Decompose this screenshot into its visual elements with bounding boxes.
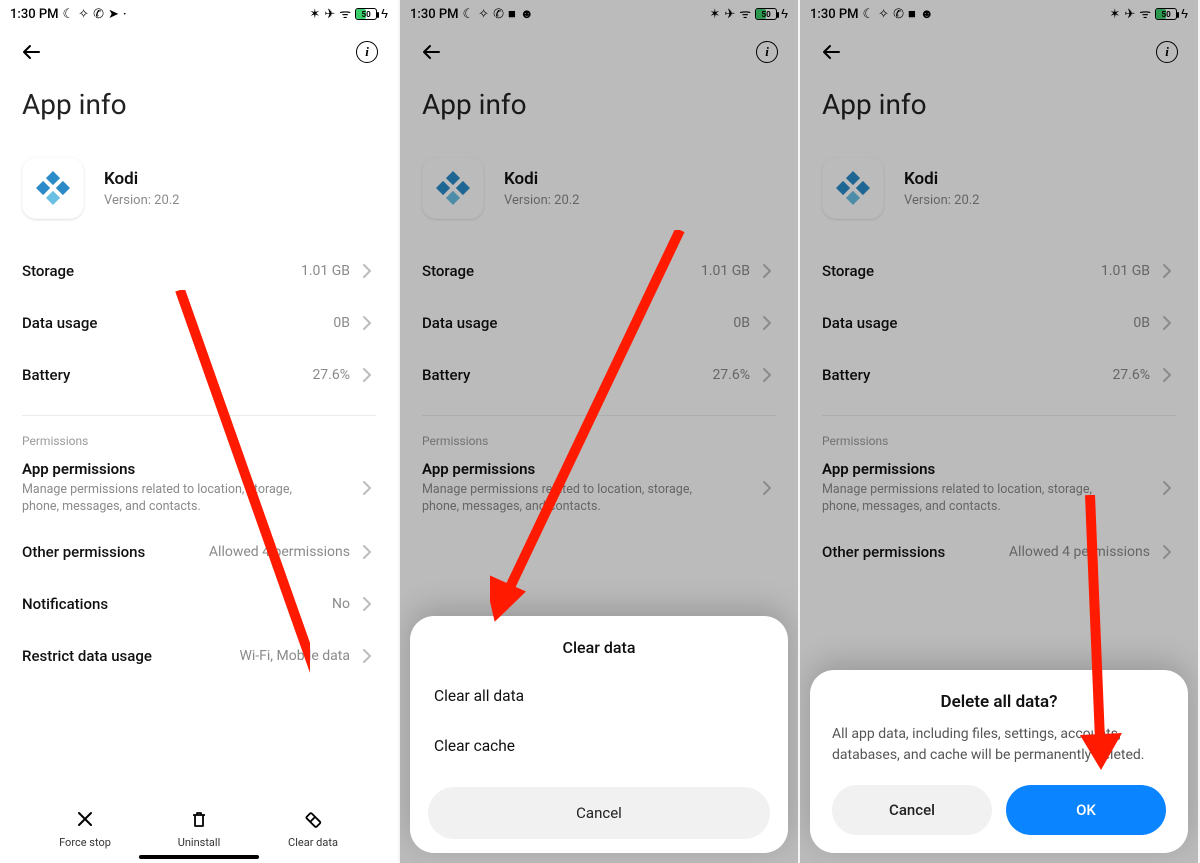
bluetooth-icon: ✶ — [309, 8, 320, 21]
notifications-value: No — [332, 596, 350, 612]
telegram-icon: ➤ — [108, 8, 119, 21]
storage-value: 1.01 GB — [301, 263, 350, 279]
info-icon: i — [356, 41, 378, 63]
eraser-icon — [303, 809, 323, 829]
row-notifications[interactable]: Notifications No — [0, 578, 398, 630]
sheet-title: Clear data — [428, 632, 770, 671]
bottom-action-bar: Force stop Uninstall Clear data — [0, 808, 398, 849]
app-name: Kodi — [104, 169, 179, 189]
chevron-right-icon — [358, 365, 376, 385]
row-data-usage[interactable]: Data usage 0B — [0, 297, 398, 349]
row-restrict-data[interactable]: Restrict data usage Wi-Fi, Mobile data — [0, 630, 398, 682]
other-permissions-value: Allowed 4 permissions — [209, 544, 350, 560]
dialog-ok-button[interactable]: OK — [1006, 785, 1166, 835]
permissions-section-label: Permissions — [0, 424, 398, 450]
status-time: 1:30 PM — [10, 7, 59, 22]
phone-screen-3: 1:30 PM ☾ ✧ ✆ ■ ☻ ✶ ✈ ᯤ 50 ϟ i App info — [800, 0, 1200, 863]
uninstall-button[interactable]: Uninstall — [165, 808, 233, 849]
back-button[interactable] — [14, 35, 48, 69]
more-icon: · — [123, 8, 127, 21]
kodi-logo-icon — [33, 168, 73, 208]
chevron-right-icon — [358, 594, 376, 614]
app-header: Kodi Version: 20.2 — [0, 151, 398, 245]
battery-label: Battery — [22, 366, 70, 384]
clear-data-label: Clear data — [288, 836, 338, 849]
app-permissions-label: App permissions — [22, 460, 322, 478]
dialog-cancel-button[interactable]: Cancel — [832, 785, 992, 835]
dnd-moon-icon: ☾ — [63, 8, 75, 21]
home-indicator[interactable] — [139, 855, 259, 859]
app-permissions-sub: Manage permissions related to location, … — [22, 482, 322, 516]
phone-screen-1: 1:30 PM ☾ ✧ ✆ ➤ · ✶ ✈ ᯤ 50 ϟ — [0, 0, 400, 863]
restrict-label: Restrict data usage — [22, 647, 152, 665]
data-usage-value: 0B — [333, 315, 350, 331]
force-stop-button[interactable]: Force stop — [51, 808, 119, 849]
chevron-right-icon — [358, 313, 376, 333]
wifi-icon: ᯤ — [339, 8, 351, 21]
clear-data-sheet: Clear data Clear all data Clear cache Ca… — [410, 616, 788, 853]
clear-data-button[interactable]: Clear data — [279, 808, 347, 849]
notifications-label: Notifications — [22, 595, 108, 613]
row-storage[interactable]: Storage 1.01 GB — [0, 245, 398, 297]
clear-all-data-option[interactable]: Clear all data — [428, 671, 770, 721]
force-stop-label: Force stop — [59, 836, 111, 849]
uninstall-label: Uninstall — [178, 836, 221, 849]
clear-cache-option[interactable]: Clear cache — [428, 721, 770, 771]
divider — [22, 415, 376, 416]
sheet-cancel-button[interactable]: Cancel — [428, 787, 770, 839]
app-icon — [22, 157, 84, 219]
back-arrow-icon — [19, 41, 43, 63]
charging-icon: ϟ — [381, 8, 388, 21]
chevron-right-icon — [358, 261, 376, 281]
page-title: App info — [0, 76, 398, 151]
restrict-value: Wi-Fi, Mobile data — [239, 648, 350, 664]
chevron-right-icon — [358, 542, 376, 562]
status-bar: 1:30 PM ☾ ✧ ✆ ➤ · ✶ ✈ ᯤ 50 ϟ — [0, 0, 398, 28]
close-icon — [75, 809, 95, 829]
chevron-right-icon — [358, 646, 376, 666]
delete-all-data-dialog: Delete all data? All app data, including… — [810, 670, 1188, 853]
airplane-icon: ✈ — [324, 8, 335, 21]
vibrate-off-icon: ✧ — [78, 8, 89, 21]
phone-screen-2: 1:30 PM ☾ ✧ ✆ ■ ☻ ✶ ✈ ᯤ 50 ϟ i App info — [400, 0, 800, 863]
dialog-body: All app data, including files, settings,… — [832, 724, 1166, 765]
app-version: Version: 20.2 — [104, 193, 179, 208]
whatsapp-icon: ✆ — [93, 8, 104, 21]
battery-value: 27.6% — [312, 367, 350, 383]
row-other-permissions[interactable]: Other permissions Allowed 4 permissions — [0, 526, 398, 578]
chevron-right-icon — [358, 478, 376, 498]
other-permissions-label: Other permissions — [22, 543, 145, 561]
storage-label: Storage — [22, 262, 74, 280]
info-button[interactable]: i — [350, 35, 384, 69]
battery-icon: 50 — [355, 8, 377, 20]
trash-icon — [189, 809, 209, 829]
data-usage-label: Data usage — [22, 314, 97, 332]
row-battery[interactable]: Battery 27.6% — [0, 349, 398, 401]
page-toolbar: i — [0, 28, 398, 76]
dialog-title: Delete all data? — [832, 692, 1166, 712]
row-app-permissions[interactable]: App permissions Manage permissions relat… — [0, 450, 398, 526]
